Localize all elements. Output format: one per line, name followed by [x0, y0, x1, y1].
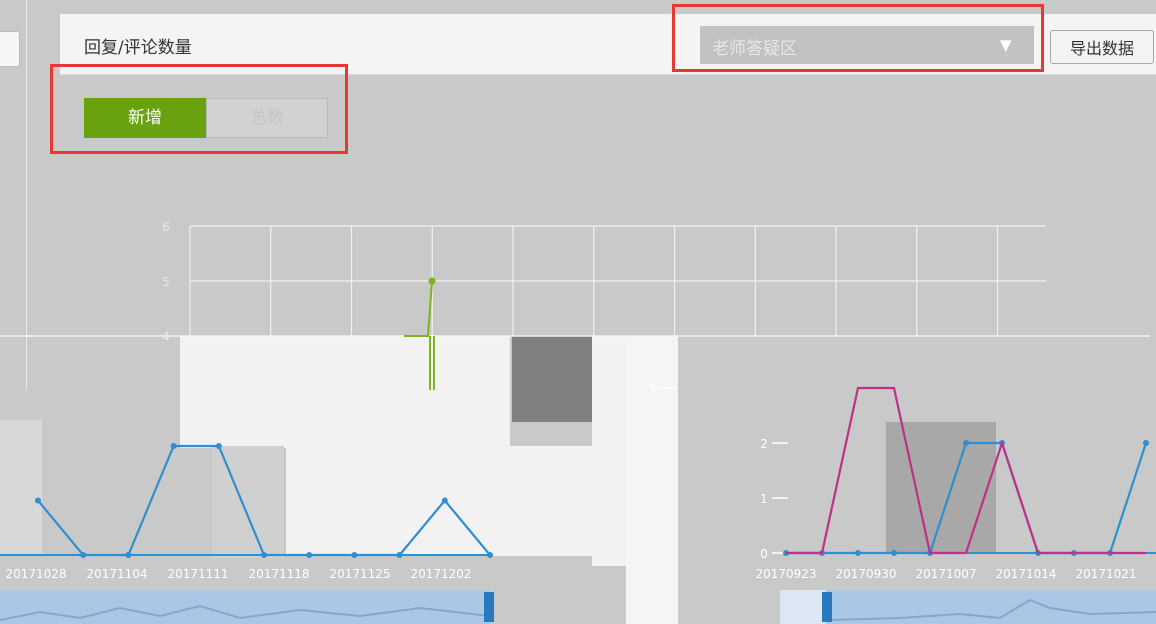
zoom-handle[interactable] — [822, 592, 832, 622]
y-tick-label: 4 — [162, 330, 170, 344]
data-point — [215, 443, 222, 449]
x-tick-label: 20171125 — [329, 567, 390, 581]
chart-1-y-ticks: 6 5 4 — [162, 220, 170, 344]
y-tick-label: 1 — [760, 492, 768, 506]
x-tick-label: 20170923 — [755, 567, 816, 581]
y-tick-label: 6 — [162, 220, 170, 234]
data-point — [125, 552, 132, 558]
chart-2-zoom-slider[interactable] — [0, 590, 494, 624]
data-point — [428, 277, 436, 285]
x-tick-label: 20170930 — [835, 567, 896, 581]
data-point — [261, 552, 267, 558]
chart-2-x-ticks: 20171028 20171104 20171111 20171118 20171125… — [5, 567, 471, 581]
chart-3-zoom-slider[interactable] — [780, 590, 1156, 624]
chart-3-x-ticks: 20170923 20170930 20171007 20171014 20171021 — [755, 567, 1136, 581]
x-tick-label: 20171111 — [167, 567, 228, 581]
y-tick-label: 3 — [648, 382, 656, 396]
data-point — [396, 552, 403, 558]
y-tick-label: 2 — [760, 437, 768, 451]
data-point — [891, 550, 897, 556]
data-point — [170, 443, 177, 449]
x-tick-label: 20171014 — [995, 567, 1056, 581]
zoom-handle[interactable] — [484, 592, 494, 622]
data-point — [306, 552, 313, 558]
x-tick-label: 20171104 — [86, 567, 147, 581]
data-point — [35, 497, 41, 504]
data-point — [80, 552, 87, 558]
chart-1-grid — [189, 225, 1046, 336]
series-line — [404, 280, 433, 337]
data-point — [855, 550, 861, 556]
y-tick-label: 0 — [760, 547, 768, 561]
charts-canvas: 654 20171028 20171104 20171111 20171118 2017… — [0, 220, 1156, 624]
data-point — [351, 552, 358, 558]
x-tick-label: 20171202 — [410, 567, 471, 581]
data-point — [441, 497, 448, 504]
data-point — [487, 552, 493, 558]
x-tick-label: 20171028 — [5, 567, 66, 581]
x-tick-label: 20171007 — [915, 567, 976, 581]
data-point — [963, 440, 969, 446]
x-tick-label: 20171021 — [1075, 567, 1136, 581]
y-tick-label: 5 — [162, 275, 170, 289]
x-tick-label: 20171118 — [248, 567, 309, 581]
data-point — [1143, 440, 1149, 446]
